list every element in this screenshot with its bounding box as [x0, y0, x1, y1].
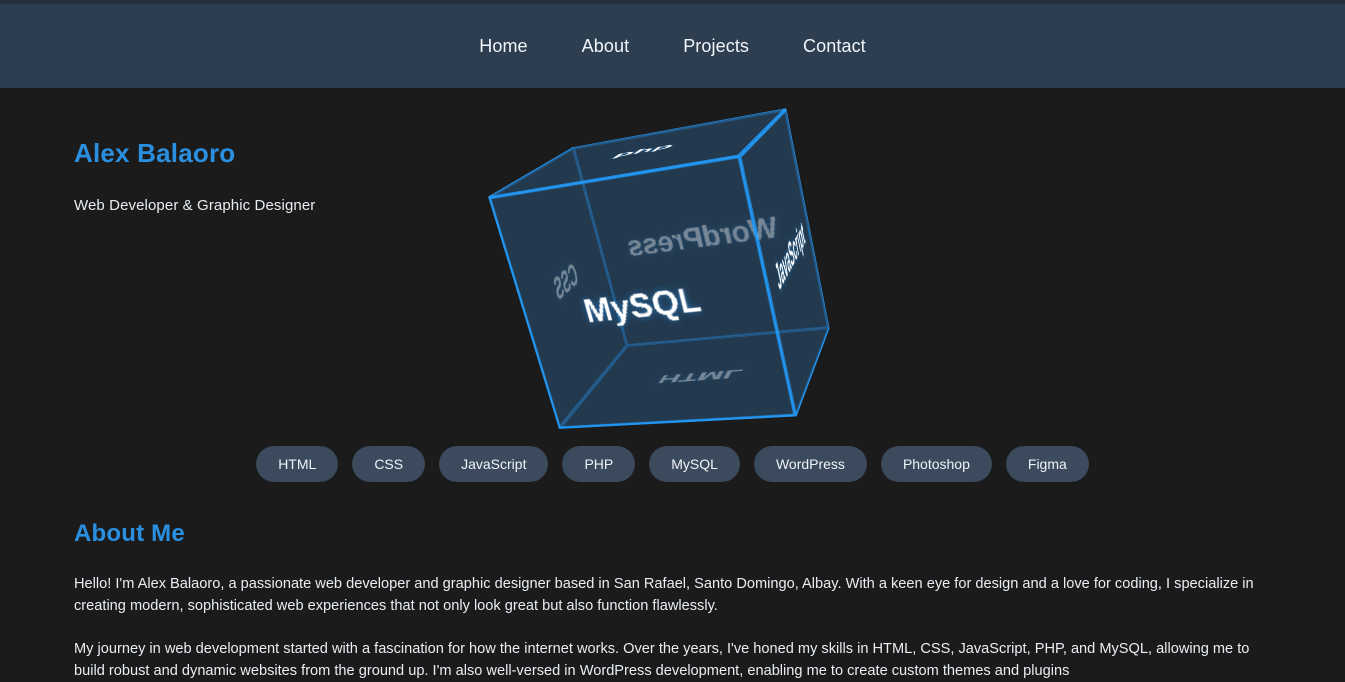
about-title: About Me	[74, 520, 185, 547]
skill-pill-wordpress[interactable]: WordPress	[753, 446, 867, 482]
nav-link-projects[interactable]: Projects	[683, 34, 749, 59]
page-title: Alex Balaoro	[74, 138, 236, 168]
skill-pill-photoshop[interactable]: Photoshop	[880, 446, 992, 482]
skill-pill-php[interactable]: PHP	[562, 446, 636, 482]
hero-section: Alex Balaoro Web Developer & Graphic Des…	[74, 88, 1271, 482]
cube-face-bottom: HTML	[558, 328, 830, 429]
nav-list: Home About Projects Contact	[479, 34, 866, 59]
skills-list: HTML CSS JavaScript PHP MySQL WordPress …	[74, 446, 1271, 482]
cube-face-left: CSS	[487, 147, 627, 429]
cube-face-front: MySQL	[487, 154, 797, 429]
skill-pill-javascript[interactable]: JavaScript	[439, 446, 549, 482]
skill-pill-css[interactable]: CSS	[352, 446, 426, 482]
skill-pill-mysql[interactable]: MySQL	[649, 446, 740, 482]
nav-link-about[interactable]: About	[582, 34, 630, 59]
nav-item-projects: Projects	[683, 34, 749, 59]
nav-link-home[interactable]: Home	[479, 34, 527, 59]
hero-tagline: Web Developer & Graphic Designer	[74, 197, 316, 214]
nav-link-contact[interactable]: Contact	[803, 34, 866, 59]
about-section: About Me Hello! I'm Alex Balaoro, a pass…	[74, 520, 1271, 682]
skill-pill-html[interactable]: HTML	[256, 446, 339, 482]
skill-pill-figma[interactable]: Figma	[1005, 446, 1089, 482]
main-navigation: Home About Projects Contact	[0, 4, 1345, 88]
about-paragraph-1: Hello! I'm Alex Balaoro, a passionate we…	[74, 576, 1254, 614]
nav-item-about: About	[582, 34, 630, 59]
nav-item-contact: Contact	[803, 34, 866, 59]
about-paragraph-2: My journey in web development started wi…	[74, 640, 1250, 679]
nav-item-home: Home	[479, 34, 527, 59]
page-content: Alex Balaoro Web Developer & Graphic Des…	[0, 88, 1345, 682]
